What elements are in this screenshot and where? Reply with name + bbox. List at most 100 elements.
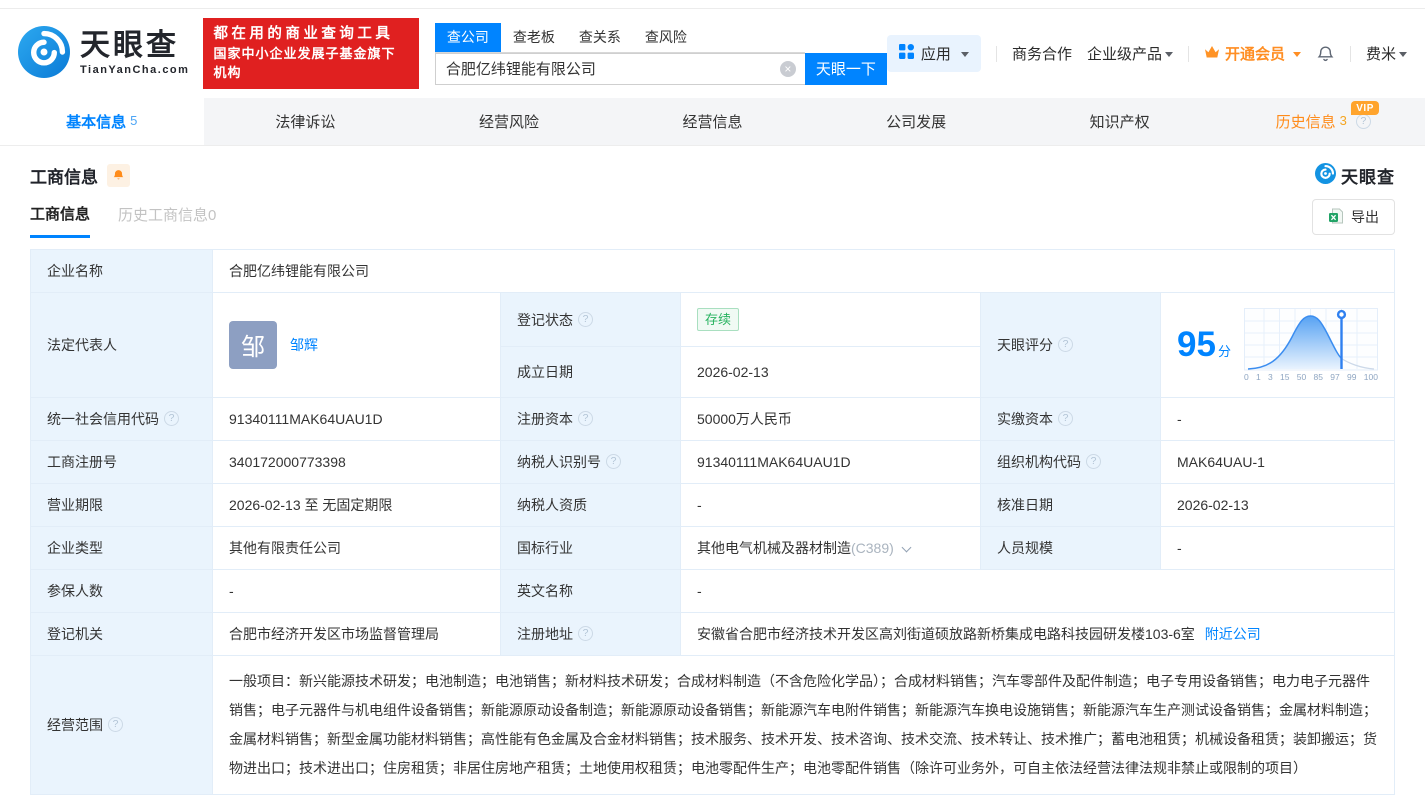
reg-capital-label-cell: 注册资本 xyxy=(500,396,681,441)
search-tab-relation[interactable]: 查关系 xyxy=(567,23,633,52)
apps-menu[interactable]: 应用 xyxy=(886,35,981,72)
tianyancha-watermark: 天眼查 xyxy=(1315,163,1395,188)
enterprise-products-menu[interactable]: 企业级产品 xyxy=(1087,43,1173,64)
org-code-label: 组织机构代码 xyxy=(997,453,1081,470)
excel-icon xyxy=(1328,208,1344,227)
header-menu: 应用 商务合作 企业级产品 开通会员 费米 xyxy=(886,35,1407,72)
english-name-label: 英文名称 xyxy=(500,568,681,613)
open-vip-label: 开通会员 xyxy=(1224,46,1285,63)
chevron-down-icon xyxy=(1292,52,1301,61)
table-row: 经营范围 一般项目：新兴能源技术研发；电池制造；电池销售；新材料技术研发；合成材… xyxy=(30,654,1395,795)
insured-count-label: 参保人数 xyxy=(30,568,213,613)
chevron-down-icon[interactable] xyxy=(901,542,912,552)
subtab-history-registration[interactable]: 历史工商信息0 xyxy=(118,204,216,236)
help-icon[interactable] xyxy=(164,411,179,426)
search-button[interactable]: 天眼一下 xyxy=(804,52,887,85)
legal-rep-link[interactable]: 邹辉 xyxy=(290,335,318,355)
industry-value: 其他电气机械及器材制造 xyxy=(697,539,851,556)
promo-line2: 国家中小企业发展子基金旗下机构 xyxy=(213,46,396,80)
reg-capital-label: 注册资本 xyxy=(517,410,573,427)
taxpayer-id-label-cell: 纳税人识别号 xyxy=(500,439,681,484)
industry-code: (C389) xyxy=(851,539,894,556)
approval-date-label: 核准日期 xyxy=(980,482,1161,527)
help-icon[interactable] xyxy=(578,312,593,327)
section-header: 工商信息 天眼查 xyxy=(30,159,1395,191)
tab-label: 法律诉讼 xyxy=(275,114,336,131)
export-button[interactable]: 导出 xyxy=(1312,199,1395,235)
score-axis-tick: 85 xyxy=(1313,372,1323,382)
tyc-score-label-cell: 天眼评分 xyxy=(980,292,1161,398)
notification-bell-icon[interactable] xyxy=(1316,44,1335,63)
tab-intellectual-property[interactable]: 知识产权 xyxy=(1018,98,1222,145)
tianyancha-logo[interactable]: 天眼查 TianYanCha.com xyxy=(18,26,189,81)
establish-date-value: 2026-02-13 xyxy=(680,346,981,398)
org-code-label-cell: 组织机构代码 xyxy=(980,439,1161,484)
tab-label: 经营风险 xyxy=(478,114,539,131)
business-scope-value: 一般项目：新兴能源技术研发；电池制造；电池销售；新材料技术研发；合成材料制造（不… xyxy=(229,672,1377,776)
clear-icon[interactable]: × xyxy=(779,60,796,77)
reg-address-value: 安徽省合肥市经济技术开发区高刘街道硕放路新桥集成电路科技园研发楼103-6室 xyxy=(697,625,1195,642)
help-icon[interactable] xyxy=(578,626,593,641)
reg-authority-label: 登记机关 xyxy=(30,611,213,656)
search-tab-boss[interactable]: 查老板 xyxy=(501,23,567,52)
search-tab-risk[interactable]: 查风险 xyxy=(633,23,699,52)
reg-authority-value: 合肥市经济开发区市场监督管理局 xyxy=(212,611,501,656)
score-axis-ticks: 0 1 3 15 50 85 97 99 100 xyxy=(1244,373,1378,382)
business-scope-label-cell: 经营范围 xyxy=(30,654,213,795)
tab-business-info[interactable]: 经营信息 xyxy=(611,98,815,145)
status-badge: 存续 xyxy=(697,308,740,331)
tab-label: 基本信息 xyxy=(66,114,127,131)
top-header: 天眼查 TianYanCha.com 都在用的商业查询工具 国家中小企业发展子基… xyxy=(0,8,1425,98)
score-axis-tick: 15 xyxy=(1280,372,1290,382)
tab-count: 3 xyxy=(1339,113,1347,128)
score-distribution-chart[interactable]: 0 1 3 15 50 85 97 99 100 xyxy=(1243,308,1378,382)
taxpayer-qualification-label: 纳税人资质 xyxy=(500,482,681,527)
search-tab-company[interactable]: 查公司 xyxy=(434,22,501,52)
business-term-value: 2026-02-13 至 无固定期限 xyxy=(212,482,501,527)
help-icon[interactable] xyxy=(108,717,123,732)
score-axis-tick: 99 xyxy=(1347,372,1357,382)
user-menu[interactable]: 费米 xyxy=(1366,43,1407,64)
paid-capital-value: - xyxy=(1160,396,1395,441)
apps-grid-icon xyxy=(898,44,914,63)
legal-rep-label: 法定代表人 xyxy=(30,292,213,398)
reg-status-label: 登记状态 xyxy=(517,311,573,328)
chevron-down-icon xyxy=(1399,52,1407,61)
help-icon[interactable] xyxy=(578,411,593,426)
score-unit: 分 xyxy=(1217,344,1231,360)
subtab-business-registration[interactable]: 工商信息 xyxy=(30,203,91,238)
subscribe-bell-icon[interactable] xyxy=(107,163,130,187)
divider xyxy=(1349,45,1351,62)
table-row: 统一社会信用代码 91340111MAK64UAU1D 注册资本 50000万人… xyxy=(30,396,1395,441)
tab-company-development[interactable]: 公司发展 xyxy=(814,98,1018,145)
help-icon[interactable] xyxy=(1355,114,1371,129)
search-input[interactable] xyxy=(434,52,805,85)
tab-label: 历史信息 xyxy=(1275,114,1336,131)
help-icon[interactable] xyxy=(606,454,621,469)
main-content: 工商信息 天眼查 工商信息 历史工商信息0 导出 企业名称 合肥亿纬锂能有限公司… xyxy=(0,159,1425,795)
help-icon[interactable] xyxy=(1058,411,1073,426)
reg-number-label: 工商注册号 xyxy=(30,439,213,484)
industry-value-cell[interactable]: 其他电气机械及器材制造(C389) xyxy=(680,525,981,570)
score-axis-tick: 97 xyxy=(1330,372,1340,382)
legal-rep-avatar[interactable]: 邹 xyxy=(229,320,277,369)
score-axis-tick: 100 xyxy=(1363,372,1378,382)
approval-date-value: 2026-02-13 xyxy=(1160,482,1395,527)
business-cooperation-link[interactable]: 商务合作 xyxy=(1012,43,1072,64)
english-name-value: - xyxy=(680,568,1395,613)
tab-basic-info[interactable]: 基本信息 5 xyxy=(0,98,204,145)
table-row: 登记机关 合肥市经济开发区市场监督管理局 注册地址 安徽省合肥市经济技术开发区高… xyxy=(30,611,1395,656)
org-code-value: MAK64UAU-1 xyxy=(1160,439,1395,484)
business-scope-label: 经营范围 xyxy=(47,716,103,733)
logo-swirl-icon xyxy=(18,26,70,81)
tab-history-info[interactable]: 历史信息 3 VIP xyxy=(1221,98,1425,145)
table-row: 企业名称 合肥亿纬锂能有限公司 xyxy=(30,249,1395,293)
nearby-companies-link[interactable]: 附近公司 xyxy=(1205,626,1261,642)
tab-legal-proceedings[interactable]: 法律诉讼 xyxy=(204,98,408,145)
help-icon[interactable] xyxy=(1058,337,1073,353)
brand-domain: TianYanCha.com xyxy=(80,64,190,76)
industry-label: 国标行业 xyxy=(500,525,681,570)
help-icon[interactable] xyxy=(1086,454,1101,469)
tab-operational-risk[interactable]: 经营风险 xyxy=(407,98,611,145)
open-vip-button[interactable]: 开通会员 xyxy=(1204,43,1301,64)
